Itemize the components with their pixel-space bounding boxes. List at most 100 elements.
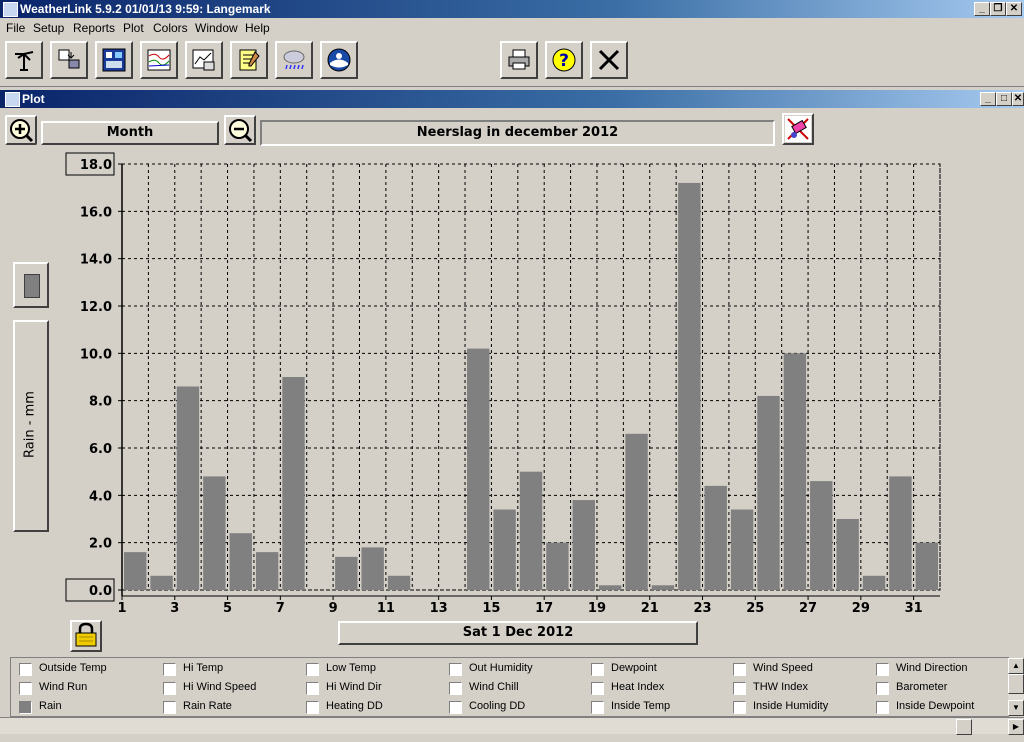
plot-title-field[interactable]: Neerslag in december 2012 xyxy=(260,120,775,146)
scroll-up-icon[interactable]: ▲ xyxy=(1008,658,1024,674)
legend-scrollbar[interactable]: ▲ ▼ xyxy=(1008,658,1024,716)
eraser-button[interactable] xyxy=(782,113,814,145)
close-window-icon[interactable]: ✕ xyxy=(1006,2,1022,16)
y-tick-label: 14.0 xyxy=(80,253,112,268)
legend-label: Low Temp xyxy=(326,662,376,674)
help-button[interactable]: ? xyxy=(545,41,583,79)
lock-icon xyxy=(75,622,97,647)
bar-day-26 xyxy=(783,353,807,590)
zoom-out-button[interactable] xyxy=(224,115,256,145)
checkbox-inside-dewpoint[interactable] xyxy=(876,701,889,714)
printer-icon xyxy=(508,49,530,70)
noaa-button[interactable] xyxy=(320,41,358,79)
bar-style-button[interactable] xyxy=(13,262,49,308)
scroll-right-icon[interactable]: ▶ xyxy=(1008,719,1024,735)
x-tick-label: 25 xyxy=(746,601,764,615)
app-title: WeatherLink 5.9.2 01/01/13 9:59: Langema… xyxy=(20,2,271,16)
y-tick-label: 4.0 xyxy=(89,489,112,504)
strip-chart-icon xyxy=(147,49,171,71)
legend-label: Heat Index xyxy=(611,681,665,693)
zoom-in-button[interactable] xyxy=(5,115,37,145)
checkbox-out-humidity[interactable] xyxy=(449,663,462,676)
minimize-icon[interactable]: _ xyxy=(974,2,990,16)
notepad-button[interactable] xyxy=(230,41,268,79)
checkbox-low-temp[interactable] xyxy=(306,663,319,676)
checkbox-heating-dd[interactable] xyxy=(306,701,319,714)
eraser-icon xyxy=(785,116,811,142)
legend-label: Heating DD xyxy=(326,700,383,712)
bar-day-4 xyxy=(203,476,226,590)
series-legend: Outside Temp Hi Temp Low Temp Out Humidity D… xyxy=(10,657,1009,717)
bar-style-icon xyxy=(24,274,40,298)
plot-close-icon[interactable]: ✕ xyxy=(1012,92,1024,106)
checkbox-dewpoint[interactable] xyxy=(591,663,604,676)
date-button[interactable]: Sat 1 Dec 2012 xyxy=(338,621,698,645)
checkbox-cooling-dd[interactable] xyxy=(449,701,462,714)
scroll-thumb[interactable] xyxy=(1008,674,1024,694)
bar-day-25 xyxy=(757,395,780,590)
checkbox-barometer[interactable] xyxy=(876,682,889,695)
checkbox-wind-run[interactable] xyxy=(19,682,32,695)
checkbox-wind-direction[interactable] xyxy=(876,663,889,676)
menu-file[interactable]: File xyxy=(6,21,25,35)
bar-day-7 xyxy=(282,377,305,590)
legend-label: Dewpoint xyxy=(611,662,657,674)
bar-day-23 xyxy=(704,485,727,590)
station-button[interactable] xyxy=(5,41,43,79)
strip-chart-button[interactable] xyxy=(140,41,178,79)
checkbox-inside-humidity[interactable] xyxy=(733,701,746,714)
x-tick-label: 3 xyxy=(170,601,179,615)
plot-button[interactable] xyxy=(185,41,223,79)
plot-icon xyxy=(192,49,215,71)
horizontal-scrollbar[interactable]: ▶ xyxy=(0,717,1024,735)
bar-day-2 xyxy=(150,575,173,590)
svg-text:?: ? xyxy=(559,51,569,71)
checkbox-hi-temp[interactable] xyxy=(163,663,176,676)
legend-label: Hi Wind Dir xyxy=(326,681,382,693)
bar-day-31 xyxy=(915,542,938,590)
toolbar: ? xyxy=(0,38,1024,87)
y-tick-label: 12.0 xyxy=(80,300,112,315)
menu-colors[interactable]: Colors xyxy=(153,21,188,35)
hscroll-thumb[interactable] xyxy=(956,719,972,735)
y-tick-label: 0.0 xyxy=(89,584,112,599)
checkbox-rain-rate[interactable] xyxy=(163,701,176,714)
scroll-down-icon[interactable]: ▼ xyxy=(1008,700,1024,716)
checkbox-hi-wind-dir[interactable] xyxy=(306,682,319,695)
y-axis-button[interactable]: Rain - mm xyxy=(13,320,49,532)
print-button[interactable] xyxy=(500,41,538,79)
weather-rain-icon xyxy=(283,50,305,70)
checkbox-wind-speed[interactable] xyxy=(733,663,746,676)
checkbox-thw-index[interactable] xyxy=(733,682,746,695)
checkbox-hi-wind-speed[interactable] xyxy=(163,682,176,695)
restore-icon[interactable]: ❐ xyxy=(990,2,1006,16)
period-button[interactable]: Month xyxy=(41,121,219,145)
legend-label: Rain Rate xyxy=(183,700,232,712)
bar-day-27 xyxy=(810,481,833,590)
noaa-icon xyxy=(327,48,351,72)
x-tick-label: 1 xyxy=(117,601,126,615)
menu-reports[interactable]: Reports xyxy=(73,21,115,35)
menu-help[interactable]: Help xyxy=(245,21,270,35)
legend-label: Inside Temp xyxy=(611,700,671,712)
exit-button[interactable] xyxy=(590,41,628,79)
plot-minimize-icon[interactable]: _ xyxy=(980,92,996,106)
bulletin-button[interactable] xyxy=(95,41,133,79)
bar-day-18 xyxy=(572,500,595,590)
menu-window[interactable]: Window xyxy=(195,21,238,35)
bar-day-5 xyxy=(229,533,252,590)
plot-maximize-icon[interactable]: □ xyxy=(996,92,1012,106)
weather-rain-button[interactable] xyxy=(275,41,313,79)
checkbox-heat-index[interactable] xyxy=(591,682,604,695)
station-icon xyxy=(15,51,34,71)
help-icon: ? xyxy=(552,48,576,72)
checkbox-inside-temp[interactable] xyxy=(591,701,604,714)
checkbox-rain[interactable] xyxy=(19,701,32,714)
bar-day-9 xyxy=(335,556,358,590)
menu-setup[interactable]: Setup xyxy=(33,21,64,35)
checkbox-outside-temp[interactable] xyxy=(19,663,32,676)
menu-plot[interactable]: Plot xyxy=(123,21,144,35)
checkbox-wind-chill[interactable] xyxy=(449,682,462,695)
download-button[interactable] xyxy=(50,41,88,79)
lock-button[interactable] xyxy=(70,620,102,652)
